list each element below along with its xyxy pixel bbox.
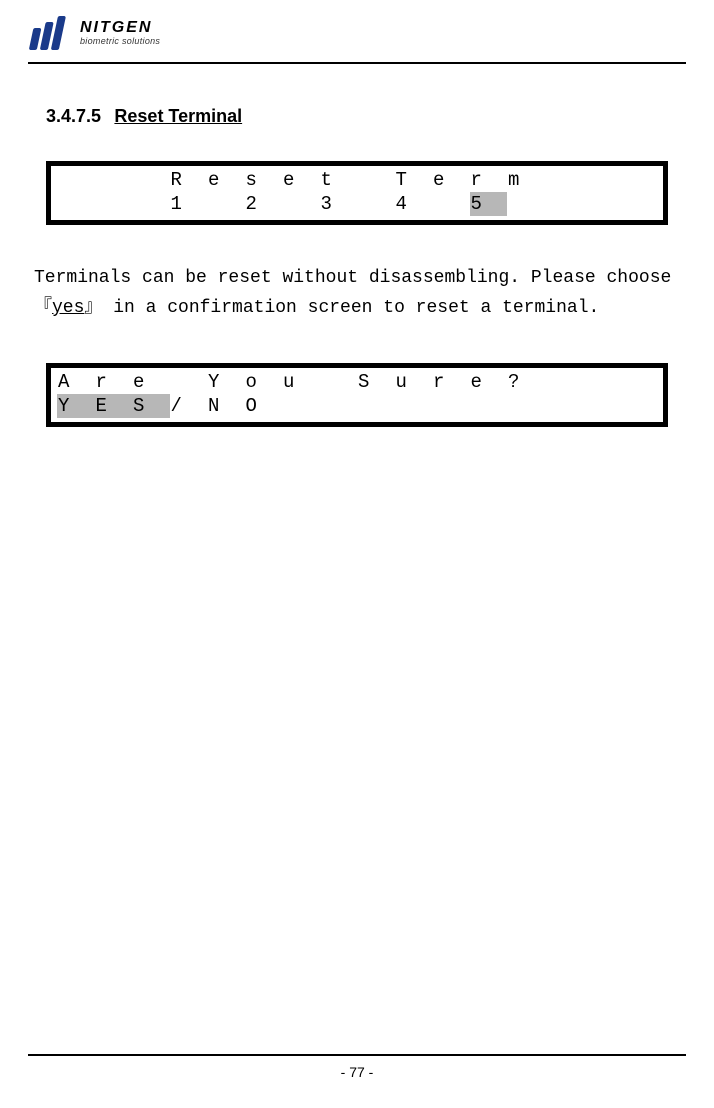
lcd-cell <box>132 168 170 192</box>
page-footer: - 77 - <box>28 1054 686 1080</box>
lcd-cell: N <box>207 394 245 418</box>
lcd-cell <box>357 168 395 192</box>
lcd-cell: o <box>245 370 283 394</box>
body-line2: in a confirmation screen to reset a term… <box>113 298 599 318</box>
nitgen-logo-icon <box>28 16 72 50</box>
lcd-cell <box>545 394 583 418</box>
logo-text: NITGEN biometric solutions <box>80 20 160 46</box>
lcd-cell <box>470 394 508 418</box>
lcd-cell <box>57 168 95 192</box>
lcd-cell <box>320 370 358 394</box>
lcd-cell: O <box>245 394 283 418</box>
lcd-cell: e <box>207 168 245 192</box>
lcd-cell: / <box>170 394 208 418</box>
lcd-panel-1: Reset Term 1 2 3 4 5 <box>46 161 668 225</box>
lcd-cell: Y <box>57 394 95 418</box>
lcd1-row1: Reset Term <box>57 168 657 192</box>
lcd2-row2: YES/NO <box>57 394 657 418</box>
lcd-cell <box>545 168 583 192</box>
lcd-cell: r <box>95 370 133 394</box>
body-yes: yes <box>52 298 84 318</box>
lcd-cell: e <box>432 168 470 192</box>
lcd-cell: t <box>320 168 358 192</box>
lcd-cell: A <box>57 370 95 394</box>
lcd-cell: S <box>357 370 395 394</box>
lcd-cell <box>320 394 358 418</box>
lcd-cell <box>620 168 658 192</box>
lcd-cell: u <box>395 370 433 394</box>
lcd-cell: e <box>132 370 170 394</box>
lcd-cell: R <box>170 168 208 192</box>
lcd-cell <box>95 168 133 192</box>
lcd-cell <box>582 168 620 192</box>
lcd-cell: r <box>432 370 470 394</box>
lcd-cell <box>620 394 658 418</box>
lcd-cell <box>582 394 620 418</box>
lcd-cell <box>357 192 395 216</box>
lcd-cell <box>545 370 583 394</box>
page-number: - 77 - <box>28 1064 686 1080</box>
lcd-cell: E <box>95 394 133 418</box>
lcd-cell: ? <box>507 370 545 394</box>
lcd-cell <box>207 192 245 216</box>
lcd-cell <box>170 370 208 394</box>
lcd-cell <box>620 370 658 394</box>
lcd-cell <box>57 192 95 216</box>
lcd-cell <box>432 192 470 216</box>
section-title: Reset Terminal <box>114 106 242 126</box>
lcd1-row2: 1 2 3 4 5 <box>57 192 657 216</box>
lcd-cell <box>582 370 620 394</box>
lcd-cell <box>620 192 658 216</box>
lcd-cell <box>282 192 320 216</box>
page-header: NITGEN biometric solutions <box>28 16 686 64</box>
lcd-cell: u <box>282 370 320 394</box>
lcd-cell <box>432 394 470 418</box>
lcd-cell: T <box>395 168 433 192</box>
lcd-cell <box>395 394 433 418</box>
lcd-cell <box>582 192 620 216</box>
footer-rule <box>28 1054 686 1056</box>
lcd-cell: 1 <box>170 192 208 216</box>
lcd-cell: S <box>132 394 170 418</box>
lcd-cell <box>282 394 320 418</box>
lcd-cell: Y <box>207 370 245 394</box>
lcd-cell <box>545 192 583 216</box>
lcd-cell <box>507 192 545 216</box>
lcd-cell: e <box>282 168 320 192</box>
body-line1-post: 』 <box>84 298 102 318</box>
logo-sub: biometric solutions <box>80 37 160 46</box>
lcd-cell <box>132 192 170 216</box>
lcd-cell: 3 <box>320 192 358 216</box>
section-heading: 3.4.7.5 Reset Terminal <box>28 106 686 127</box>
body-paragraph: Terminals can be reset without disassemb… <box>34 263 680 323</box>
lcd-cell: 5 <box>470 192 508 216</box>
lcd-cell: m <box>507 168 545 192</box>
lcd-cell: 4 <box>395 192 433 216</box>
lcd-cell <box>95 192 133 216</box>
section-number: 3.4.7.5 <box>46 106 101 126</box>
lcd-cell: e <box>470 370 508 394</box>
lcd-cell: 2 <box>245 192 283 216</box>
lcd-panel-2: Are You Sure? YES/NO <box>46 363 668 427</box>
lcd-cell <box>357 394 395 418</box>
lcd-cell: r <box>470 168 508 192</box>
lcd2-row1: Are You Sure? <box>57 370 657 394</box>
logo-main: NITGEN <box>80 20 160 36</box>
lcd-cell <box>507 394 545 418</box>
lcd-cell: s <box>245 168 283 192</box>
